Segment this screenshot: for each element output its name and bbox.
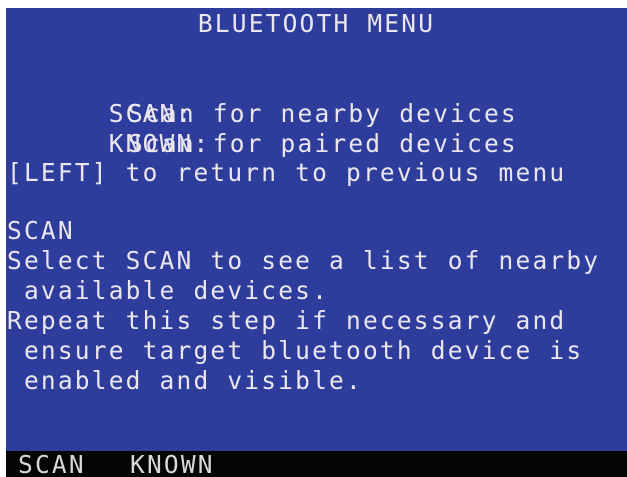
known-softkey[interactable]: KNOWN	[130, 451, 215, 477]
help-line-5: enabled and visible.	[7, 366, 363, 395]
softkey-bar: SCAN KNOWN	[6, 451, 627, 477]
help-line-2: available devices.	[7, 276, 330, 305]
help-line-3: Repeat this step if necessary and	[7, 306, 567, 335]
menu-option-known: KNOWN: Scan for paired devices	[7, 99, 516, 158]
help-line-1: Select SCAN to see a list of nearby	[7, 246, 601, 275]
menu-option-scan: SCAN: Scan for nearby devices	[7, 69, 516, 128]
bluetooth-menu-screen: BLUETOOTH MENU SCAN: Scan for nearby devi…	[6, 8, 627, 477]
back-hint: [LEFT] to return to previous menu	[7, 158, 567, 187]
menu-title: BLUETOOTH MENU	[197, 9, 436, 38]
device-bezel: BLUETOOTH MENU SCAN: Scan for nearby devi…	[0, 0, 627, 477]
help-line-4: ensure target bluetooth device is	[7, 336, 584, 365]
option-description-known: Scan for paired devices	[128, 129, 518, 158]
scan-softkey[interactable]: SCAN	[18, 451, 86, 477]
help-heading: SCAN	[7, 216, 75, 245]
